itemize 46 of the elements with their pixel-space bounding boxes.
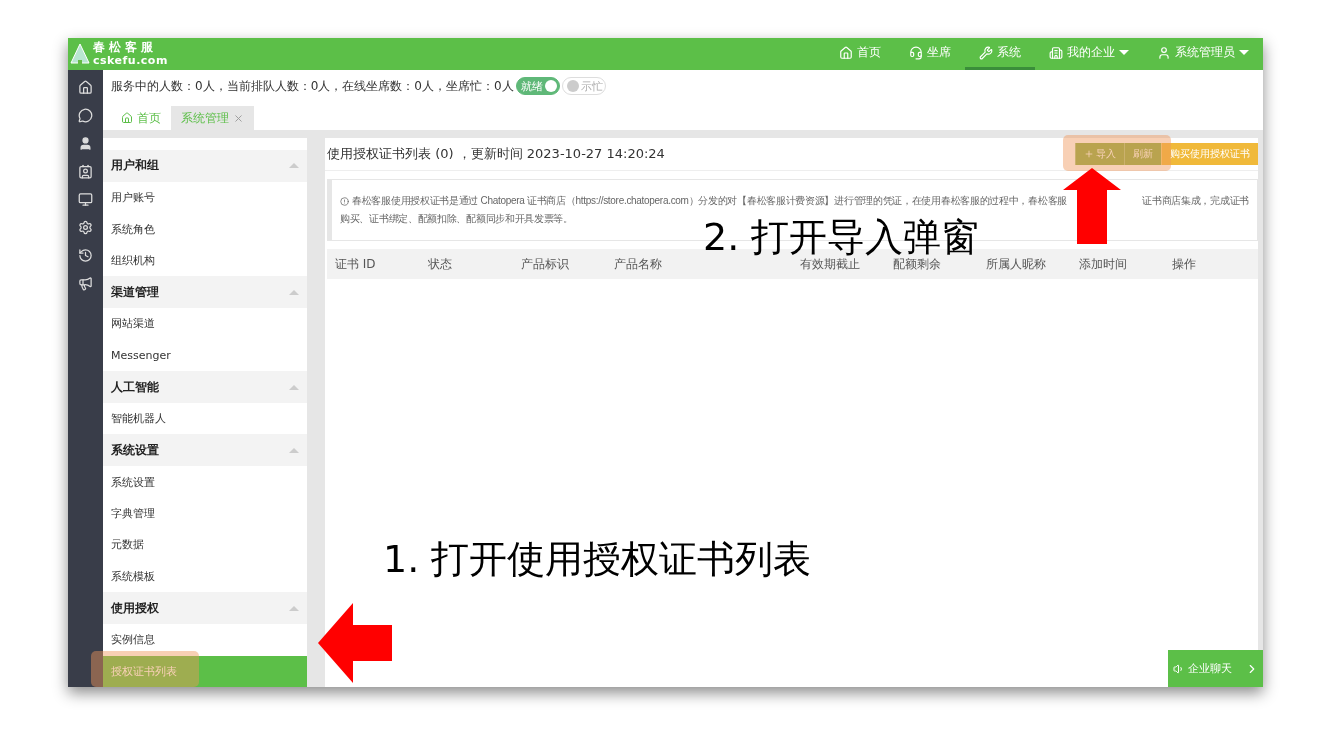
collapse-icon — [289, 384, 299, 390]
column-header: 状态 — [428, 255, 453, 273]
column-header: 配额剩余 — [893, 256, 942, 273]
chat-icon[interactable] — [78, 108, 93, 123]
collapse-icon — [289, 447, 299, 453]
panel-title: 使用授权证书列表 (0) ，更新时间 2023-10-27 14:20:24 — [327, 145, 665, 163]
service-stats: 服务中的人数：0人，当前排队人数：0人，在线坐席数：0人，坐席忙：0人 — [111, 77, 514, 95]
wrench-icon — [979, 45, 993, 60]
column-header: 所属人昵称 — [986, 255, 1047, 273]
user-icon[interactable] — [78, 136, 93, 151]
notice-text: 证书商店集成，完成证书 — [1142, 194, 1249, 208]
collapse-icon — [289, 163, 299, 169]
annotation-text: 1. 打开使用授权证书列表 — [383, 540, 812, 578]
speaker-icon — [1172, 662, 1185, 675]
home-icon[interactable] — [78, 80, 93, 95]
home-icon — [121, 112, 133, 124]
history-icon[interactable] — [78, 248, 93, 263]
megaphone-icon[interactable] — [78, 276, 93, 291]
menu-group-header[interactable]: 人工智能 — [103, 371, 307, 403]
info-icon — [340, 196, 349, 206]
notice-text: 购买、证书绑定、配额扣除、配额同步和开具发票等。 — [340, 212, 573, 226]
menu-group-header[interactable]: 系统设置 — [103, 434, 307, 467]
contact-icon[interactable] — [78, 164, 93, 179]
column-header: 操作 — [1172, 255, 1197, 273]
headset-icon — [909, 45, 923, 60]
arrow-icon — [318, 603, 392, 683]
settings-icon[interactable] — [78, 220, 93, 235]
column-header: 有效期截止 — [800, 256, 861, 273]
collapse-icon — [289, 289, 299, 295]
column-header: 产品标识 — [521, 255, 570, 273]
logo-name: 春松客服 — [93, 41, 158, 54]
logo-domain: cskefu.com — [93, 54, 168, 67]
menu-group-header[interactable]: 渠道管理 — [103, 276, 307, 309]
annotation-text: 2. 打开导入弹窗 — [703, 218, 980, 256]
column-header: 证书 ID — [335, 255, 377, 273]
plus-icon — [1084, 149, 1094, 159]
column-header: 添加时间 — [1079, 255, 1128, 273]
menu-group-header[interactable]: 用户和组 — [103, 150, 307, 182]
user-icon — [1157, 45, 1171, 60]
home-icon — [839, 45, 853, 60]
monitor-icon[interactable] — [78, 192, 93, 207]
menu-group-header[interactable]: 使用授权 — [103, 592, 307, 625]
collapse-icon — [289, 605, 299, 611]
building-icon — [1049, 45, 1063, 60]
column-header: 产品名称 — [614, 255, 663, 273]
notice-text: 春松客服使用授权证书是通过 Chatopera 证书商店（https://store.chatopera.com）分发的对【春松客服计费资源】进行管理的凭证，在使用春松客服的过程中，春松客服 — [352, 194, 1067, 208]
